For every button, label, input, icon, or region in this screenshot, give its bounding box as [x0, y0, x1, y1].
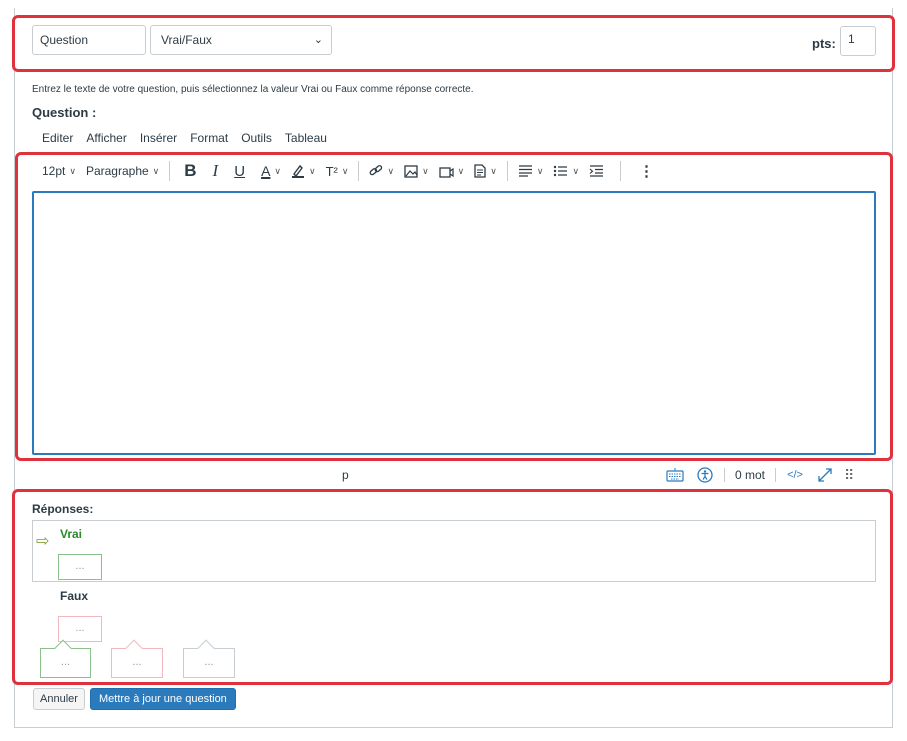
question-type-value: Vrai/Faux	[161, 33, 212, 47]
incorrect-feedback-comment[interactable]: ...	[111, 639, 163, 678]
align-left-icon	[518, 165, 532, 177]
underline-button[interactable]: U	[234, 163, 245, 180]
indent-button[interactable]	[589, 165, 604, 177]
chevron-down-icon: ∨	[490, 165, 497, 176]
font-size-value: 12pt	[42, 164, 66, 178]
chevron-down-icon: ∨	[69, 165, 76, 176]
correct-feedback-comment[interactable]: ...	[40, 639, 91, 678]
answer-true-label[interactable]: Vrai	[60, 527, 82, 541]
chevron-down-icon: ∨	[309, 165, 316, 176]
chevron-down-icon: ∨	[341, 165, 349, 176]
chevron-down-icon: ∨	[274, 165, 281, 176]
comment-placeholder: ...	[132, 656, 142, 668]
block-format-value: Paragraphe	[85, 164, 149, 178]
expand-icon	[818, 468, 832, 482]
chevron-down-icon: ∨	[536, 165, 544, 176]
image-icon	[404, 164, 418, 178]
editor-toolbar: 12pt ∨ Paragraphe ∨ B I U A ∨ ∨ T² ∨ ∨ ∨ ∨ ∨…	[34, 157, 754, 185]
media-button[interactable]: ∨	[439, 165, 465, 178]
resize-handle-icon[interactable]: ⠿	[844, 467, 854, 484]
indent-icon	[589, 165, 604, 177]
keyboard-icon	[666, 468, 684, 482]
document-button[interactable]: ∨	[474, 164, 497, 178]
chevron-down-icon: ∨	[422, 165, 429, 176]
comment-placeholder: ...	[204, 656, 214, 668]
chevron-down-icon: ∨	[387, 165, 395, 176]
editor-menubar: Editer Afficher Insérer Format Outils Ta…	[42, 131, 340, 145]
superscript-button[interactable]: T² ∨	[326, 164, 349, 179]
question-label: Question :	[32, 105, 97, 120]
points-input[interactable]: 1	[840, 26, 876, 56]
link-button[interactable]: ∨	[369, 164, 394, 178]
more-options-button[interactable]: ⋮	[639, 162, 654, 180]
comment-placeholder: ...	[75, 622, 85, 634]
chevron-down-icon: ∨	[572, 165, 580, 176]
toolbar-divider	[506, 161, 508, 181]
block-format-dropdown[interactable]: Paragraphe ∨	[86, 164, 159, 178]
cancel-button[interactable]: Annuler	[33, 688, 85, 710]
link-icon	[370, 165, 383, 176]
question-instructions: Entrez le texte de votre question, puis …	[32, 84, 474, 95]
answers-label: Réponses:	[32, 502, 94, 516]
bullet-list-button[interactable]: ∨	[553, 165, 579, 177]
accessibility-icon	[697, 467, 713, 483]
align-button[interactable]: ∨	[518, 165, 544, 177]
menu-table[interactable]: Tableau	[285, 131, 327, 145]
true-answer-comment-button[interactable]: ...	[58, 554, 102, 580]
keyboard-shortcuts-button[interactable]	[664, 466, 686, 484]
text-color-button[interactable]: A ∨	[261, 163, 281, 179]
toolbar-divider	[169, 161, 171, 181]
chevron-down-icon: ∨	[457, 165, 465, 176]
document-icon	[474, 164, 486, 178]
highlight-color-button[interactable]: ∨	[291, 164, 316, 178]
bold-button[interactable]: B	[184, 161, 196, 181]
comment-placeholder: ...	[60, 656, 71, 668]
false-answer-comment-button[interactable]: ...	[58, 616, 102, 642]
editor-statusbar: p 0 mot </> ⠿	[32, 464, 876, 488]
html-editor-toggle[interactable]: </>	[784, 466, 806, 484]
answer-false-label[interactable]: Faux	[60, 589, 88, 603]
word-count[interactable]: 0 mot	[724, 468, 777, 482]
menu-edit[interactable]: Editer	[42, 131, 73, 145]
element-path[interactable]: p	[342, 468, 349, 482]
menu-format[interactable]: Format	[190, 131, 228, 145]
comment-placeholder: ...	[75, 560, 85, 572]
neutral-feedback-comment[interactable]: ...	[183, 639, 235, 678]
points-label: pts:	[812, 36, 836, 51]
menu-view[interactable]: Afficher	[86, 131, 126, 145]
fullscreen-button[interactable]	[814, 466, 836, 484]
italic-button[interactable]: I	[213, 161, 219, 181]
superscript-icon: T²	[325, 163, 338, 179]
image-button[interactable]: ∨	[404, 164, 429, 178]
question-type-select[interactable]: Vrai/Faux ⌄	[150, 25, 332, 55]
toolbar-divider	[620, 161, 622, 181]
bullet-list-icon	[554, 165, 568, 177]
text-color-icon: A	[261, 163, 271, 179]
font-size-dropdown[interactable]: 12pt ∨	[42, 164, 76, 178]
update-question-button[interactable]: Mettre à jour une question	[90, 688, 236, 710]
accessibility-checker-button[interactable]	[694, 466, 716, 484]
chevron-down-icon: ⌄	[313, 34, 323, 46]
correct-answer-row[interactable]	[32, 520, 876, 582]
question-name-input[interactable]: Question	[32, 25, 146, 55]
question-text-editor[interactable]	[32, 191, 876, 455]
highlighter-icon	[292, 164, 304, 178]
media-icon	[439, 166, 454, 178]
menu-insert[interactable]: Insérer	[140, 131, 177, 145]
chevron-down-icon: ∨	[152, 165, 160, 176]
toolbar-divider	[358, 161, 360, 181]
menu-tools[interactable]: Outils	[241, 131, 272, 145]
correct-answer-arrow-icon: ⇨	[36, 533, 50, 550]
